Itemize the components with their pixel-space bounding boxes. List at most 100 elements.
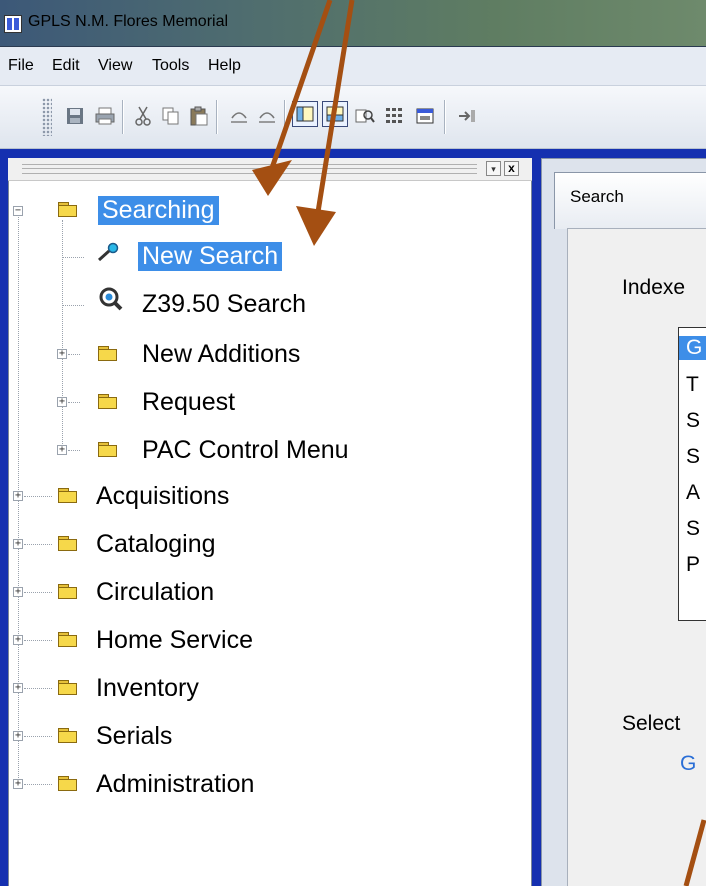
tree-item-searching[interactable]: − Searching <box>0 196 530 226</box>
tree-line <box>24 544 52 546</box>
tree-label-serials[interactable]: Serials <box>92 722 176 751</box>
grid-icon[interactable] <box>384 105 406 127</box>
pane-grip[interactable] <box>22 164 477 174</box>
tree-label-inventory[interactable]: Inventory <box>92 674 203 703</box>
redo-icon[interactable] <box>256 105 278 127</box>
app-icon <box>4 15 22 33</box>
toolbar-grip[interactable] <box>42 98 52 136</box>
index-option[interactable]: S <box>686 517 700 541</box>
index-option[interactable]: A <box>686 481 700 505</box>
save-icon[interactable] <box>64 105 86 127</box>
folder-icon <box>58 632 78 647</box>
menu-edit[interactable]: Edit <box>52 57 80 75</box>
expand-icon[interactable]: + <box>13 683 23 693</box>
menu-bar: File Edit View Tools Help <box>0 47 706 86</box>
expand-icon[interactable]: + <box>57 349 67 359</box>
tree-item-inventory[interactable]: + Inventory <box>0 674 530 704</box>
paste-icon[interactable] <box>188 105 210 127</box>
tree-label-circulation[interactable]: Circulation <box>92 578 218 607</box>
folder-icon <box>58 488 78 503</box>
folder-icon <box>58 536 78 551</box>
index-option[interactable]: S <box>686 445 700 469</box>
tree-label-home-service[interactable]: Home Service <box>92 626 257 655</box>
toolbar-separator <box>122 100 123 134</box>
expand-icon[interactable]: + <box>13 539 23 549</box>
expand-icon[interactable]: + <box>13 731 23 741</box>
folder-icon <box>58 584 78 599</box>
tree-label-cataloging[interactable]: Cataloging <box>92 530 220 559</box>
expand-icon[interactable]: + <box>13 635 23 645</box>
layout-bottom-icon[interactable] <box>322 101 348 127</box>
cut-icon[interactable] <box>132 105 154 127</box>
folder-icon <box>58 680 78 695</box>
expand-icon[interactable]: + <box>13 491 23 501</box>
pane-dropdown-button[interactable]: ▾ <box>486 161 501 176</box>
search-records-icon[interactable] <box>354 105 376 127</box>
tree-line <box>68 402 80 404</box>
collapse-icon[interactable]: − <box>13 206 23 216</box>
layout-left-icon[interactable] <box>292 101 318 127</box>
tree-pane-header: ▾ x <box>8 158 532 181</box>
menu-file[interactable]: File <box>8 57 34 75</box>
tree-line <box>24 592 52 594</box>
tree-item-cataloging[interactable]: + Cataloging <box>0 530 530 560</box>
tree-line <box>68 450 80 452</box>
tree-item-new-search[interactable]: New Search <box>0 242 530 272</box>
toolbar-separator <box>284 100 285 134</box>
tree-item-request[interactable]: + Request <box>0 388 530 418</box>
expand-icon[interactable]: + <box>57 445 67 455</box>
expand-icon[interactable]: + <box>13 587 23 597</box>
print-icon[interactable] <box>94 105 116 127</box>
folder-icon <box>98 394 118 409</box>
menu-help[interactable]: Help <box>208 57 241 75</box>
title-bar: GPLS N.M. Flores Memorial <box>0 0 706 47</box>
import-icon[interactable] <box>456 105 478 127</box>
tree-item-home-service[interactable]: + Home Service <box>0 626 530 656</box>
toolbar <box>0 86 706 149</box>
tree-item-pac-control-menu[interactable]: + PAC Control Menu <box>0 436 530 466</box>
expand-icon[interactable]: + <box>13 779 23 789</box>
tree-item-serials[interactable]: + Serials <box>0 722 530 752</box>
copy-icon[interactable] <box>160 105 182 127</box>
tree-label-searching[interactable]: Searching <box>98 196 219 225</box>
tree-line <box>24 784 52 786</box>
tree-label-administration[interactable]: Administration <box>92 770 258 799</box>
undo-icon[interactable] <box>228 105 250 127</box>
tree-line <box>68 354 80 356</box>
tree-line <box>24 640 52 642</box>
tree-item-administration[interactable]: + Administration <box>0 770 530 800</box>
open-folder-icon <box>58 202 78 217</box>
folder-icon <box>98 346 118 361</box>
menu-view[interactable]: View <box>98 57 132 75</box>
indexes-label: Indexe <box>622 276 686 299</box>
menu-tools[interactable]: Tools <box>152 57 189 75</box>
index-option[interactable]: T <box>686 373 699 397</box>
search-tab-label: Search <box>570 187 624 206</box>
folder-icon <box>98 442 118 457</box>
pane-close-button[interactable]: x <box>504 161 519 176</box>
tree-item-acquisitions[interactable]: + Acquisitions <box>0 482 530 512</box>
tree-item-circulation[interactable]: + Circulation <box>0 578 530 608</box>
window-icon[interactable] <box>414 105 436 127</box>
index-option[interactable]: G <box>679 336 706 360</box>
tree-line <box>24 736 52 738</box>
toolbar-separator <box>444 100 445 134</box>
tree-label-pac-control-menu[interactable]: PAC Control Menu <box>138 436 353 465</box>
tree-label-z3950-search[interactable]: Z39.50 Search <box>138 290 310 319</box>
tree-line <box>24 688 52 690</box>
folder-icon <box>58 776 78 791</box>
go-link[interactable]: G <box>680 752 696 776</box>
index-option[interactable]: P <box>686 553 700 577</box>
select-label: Select <box>622 712 681 735</box>
folder-icon <box>58 728 78 743</box>
tree-label-new-search[interactable]: New Search <box>138 242 283 271</box>
toolbar-separator <box>216 100 217 134</box>
window-title: GPLS N.M. Flores Memorial <box>28 13 229 30</box>
tree-item-z3950-search[interactable]: Z39.50 Search <box>0 287 530 320</box>
expand-icon[interactable]: + <box>57 397 67 407</box>
tree-label-acquisitions[interactable]: Acquisitions <box>92 482 233 511</box>
index-option[interactable]: S <box>686 409 700 433</box>
tree-label-request[interactable]: Request <box>138 388 239 417</box>
tree-label-new-additions[interactable]: New Additions <box>138 340 304 369</box>
tree-item-new-additions[interactable]: + New Additions <box>0 340 530 370</box>
